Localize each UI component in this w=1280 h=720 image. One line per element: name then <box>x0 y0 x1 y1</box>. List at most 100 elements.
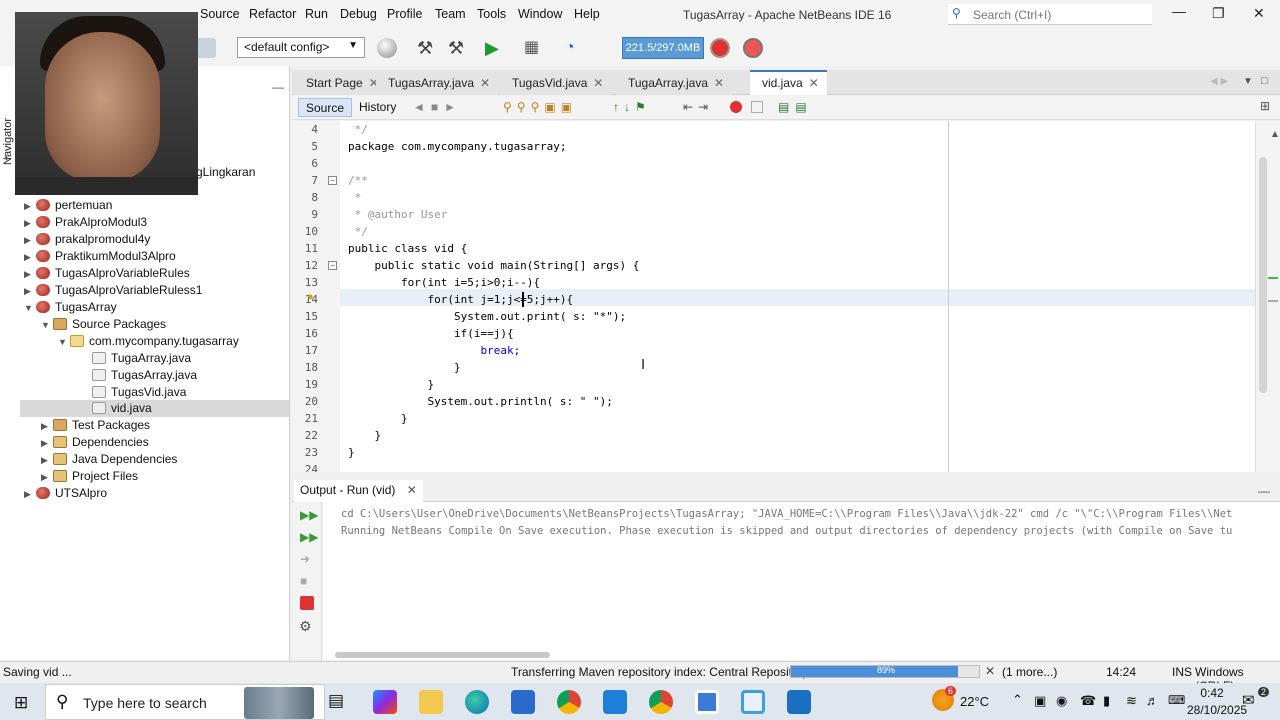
tree-item-tugasvid-java[interactable]: TugasVid.java <box>92 384 186 401</box>
debug-icon[interactable]: ▦ <box>524 38 544 58</box>
tree-item-project-files[interactable]: ▶ Project Files <box>41 468 138 485</box>
rerun-options-icon[interactable]: ▶▶ <box>300 530 318 544</box>
file-explorer-icon[interactable] <box>419 690 443 714</box>
tree-item-prakalpromodul3[interactable]: ▶ PrakAlproModul3 <box>24 214 147 231</box>
tree-item-utsalpro[interactable]: ▶ UTSAlpro <box>24 485 107 502</box>
camera-off-icon[interactable]: ◉ <box>1056 693 1067 709</box>
weather-temp[interactable]: 22°C <box>960 694 989 709</box>
chevron-right-icon[interactable]: ▶ <box>24 232 36 249</box>
scroll-up-icon[interactable]: ▲ <box>1270 129 1280 140</box>
tab-vid[interactable]: vid.java ✕ <box>750 70 827 95</box>
side-toggle-icon[interactable]: ◐ <box>4 152 11 164</box>
split-editor-icon[interactable]: ⊞ <box>1260 99 1270 113</box>
close-tab-icon[interactable]: ✕ <box>407 483 417 497</box>
search-input[interactable]: ⚲ Search (Ctrl+I) <box>948 4 1152 25</box>
stop-macro-icon[interactable] <box>751 101 763 113</box>
chevron-down-icon[interactable]: ▼ <box>41 317 53 334</box>
recorder-icon[interactable] <box>741 690 765 714</box>
step-icon[interactable]: ➜ <box>300 552 310 566</box>
close-tab-icon[interactable]: ✕ <box>809 76 819 90</box>
tree-item-java-dependencies[interactable]: ▶ Java Dependencies <box>41 451 177 468</box>
chevron-right-icon[interactable]: ▶ <box>24 266 36 283</box>
output-tab[interactable]: Output - Run (vid) ✕ <box>294 480 423 502</box>
taskbar-search[interactable]: ⚲ Type here to search <box>45 684 325 720</box>
tab-start-page[interactable]: Start Page ✕ <box>294 72 387 95</box>
panel-minimize-icon[interactable]: — <box>272 80 284 94</box>
profiler-icon[interactable] <box>743 38 763 58</box>
indent-icons[interactable]: ⇤⇥ <box>683 100 713 114</box>
tree-item-package[interactable]: ▼ com.mycompany.tugasarray <box>58 333 239 350</box>
more-tasks-link[interactable]: (1 more...) <box>1002 665 1057 679</box>
stop-icon[interactable] <box>300 596 314 610</box>
clean-build-icon[interactable]: ⚒ <box>448 38 468 58</box>
rerun-icon[interactable]: ▶▶ <box>300 508 318 522</box>
fold-toggle-icon[interactable]: − <box>328 261 337 270</box>
tab-tugasarray[interactable]: TugasArray.java ✕ <box>376 72 499 95</box>
menu-tools[interactable]: Tools <box>477 7 506 21</box>
chevron-down-icon[interactable]: ▼ <box>58 334 70 351</box>
chevron-right-icon[interactable]: ▶ <box>41 452 53 469</box>
fold-toggle-icon[interactable]: − <box>328 176 337 185</box>
menu-team[interactable]: Team <box>435 7 466 21</box>
chevron-right-icon[interactable]: ▶ <box>24 249 36 266</box>
window-app-icon[interactable] <box>787 690 811 714</box>
toolbar-icon-folder[interactable] <box>196 38 216 58</box>
edge-icon[interactable] <box>465 690 489 714</box>
close-tab-icon[interactable]: ✕ <box>593 76 603 90</box>
menu-run[interactable]: Run <box>305 7 328 21</box>
minimize-button[interactable]: — <box>1172 3 1186 19</box>
language-icon[interactable]: ⌨ <box>1168 693 1185 707</box>
vscode-icon[interactable] <box>603 690 627 714</box>
menu-refactor[interactable]: Refactor <box>249 7 296 21</box>
wifi-icon[interactable]: ≋ <box>1126 693 1137 709</box>
bookmark-icons[interactable]: ↑↓⚑ <box>613 100 651 114</box>
menu-source[interactable]: Source <box>200 7 240 21</box>
scroll-thumb[interactable] <box>1259 157 1267 393</box>
cancel-task-icon[interactable]: ✕ <box>985 664 995 678</box>
notifications-icon[interactable]: ✉ <box>1242 691 1255 709</box>
tree-item-tugaarray-java[interactable]: TugaArray.java <box>92 350 191 367</box>
menu-help[interactable]: Help <box>574 7 600 21</box>
profile-icon[interactable]: ◔ <box>565 38 585 58</box>
chevron-right-icon[interactable]: ▶ <box>24 283 36 300</box>
tab-tugasvid[interactable]: TugasVid.java ✕ <box>500 72 612 95</box>
menu-debug[interactable]: Debug <box>340 7 377 21</box>
netbeans-icon[interactable] <box>695 690 719 714</box>
tree-item-vid-java[interactable]: vid.java <box>20 400 289 417</box>
editor-vertical-scrollbar[interactable]: ▲ <box>1255 121 1280 472</box>
tree-item-tugasalprovariablerules[interactable]: ▶ TugasAlproVariableRules <box>24 265 190 282</box>
gc-icon[interactable] <box>710 38 730 58</box>
settings-gear-icon[interactable]: ⚙ <box>299 618 312 635</box>
menu-profile[interactable]: Profile <box>387 7 422 21</box>
build-hammer-icon[interactable]: ⚒ <box>417 38 437 58</box>
history-mode-button[interactable]: History <box>352 98 403 117</box>
chevron-down-icon[interactable]: ▼ <box>24 300 36 317</box>
output-minimize-icon[interactable]: — <box>1258 484 1270 498</box>
chrome-profile-icon[interactable] <box>649 690 673 714</box>
close-tab-icon[interactable]: ✕ <box>480 76 490 90</box>
tree-item-pertemuan[interactable]: ▶ pertemuan <box>24 197 112 214</box>
windows-start-icon[interactable]: ⊞ <box>14 693 28 713</box>
config-select[interactable]: <default config> ▼ <box>237 37 365 58</box>
record-macro-icon[interactable] <box>730 101 742 113</box>
maximize-editor-icon[interactable]: □ <box>1261 75 1268 87</box>
meet-icon[interactable]: ☎ <box>1080 693 1096 709</box>
maximize-button[interactable]: ❐ <box>1212 5 1225 22</box>
run-play-icon[interactable]: ▶ <box>485 38 505 58</box>
comment-icons[interactable]: ▤▤ <box>778 100 813 114</box>
clock-time[interactable]: 0:42 <box>1187 686 1237 700</box>
navigation-icons[interactable]: ◄■► <box>413 100 462 114</box>
chevron-right-icon[interactable]: ▶ <box>24 198 36 215</box>
stop-build-icon[interactable]: ■ <box>300 574 307 588</box>
chevron-right-icon[interactable]: ▶ <box>41 418 53 435</box>
tree-item-tugasarray-java[interactable]: TugasArray.java <box>92 367 197 384</box>
chevron-right-icon[interactable]: ▶ <box>24 486 36 503</box>
source-mode-button[interactable]: Source <box>298 98 353 117</box>
tab-tugaarray[interactable]: TugaArray.java ✕ <box>616 72 733 95</box>
memory-indicator[interactable]: 221.5/297.0MB <box>622 37 704 59</box>
tree-item-prakalpromodul4y[interactable]: ▶ prakalpromodul4y <box>24 231 150 248</box>
tree-item-partial[interactable]: gLingkaran <box>196 164 255 181</box>
chevron-right-icon[interactable]: ▶ <box>41 435 53 452</box>
tree-item-tugasalprovariableruless1[interactable]: ▶ TugasAlproVariableRuless1 <box>24 282 202 299</box>
search-tools-icons[interactable]: ⚲⚲⚲▣▣ <box>503 100 577 114</box>
